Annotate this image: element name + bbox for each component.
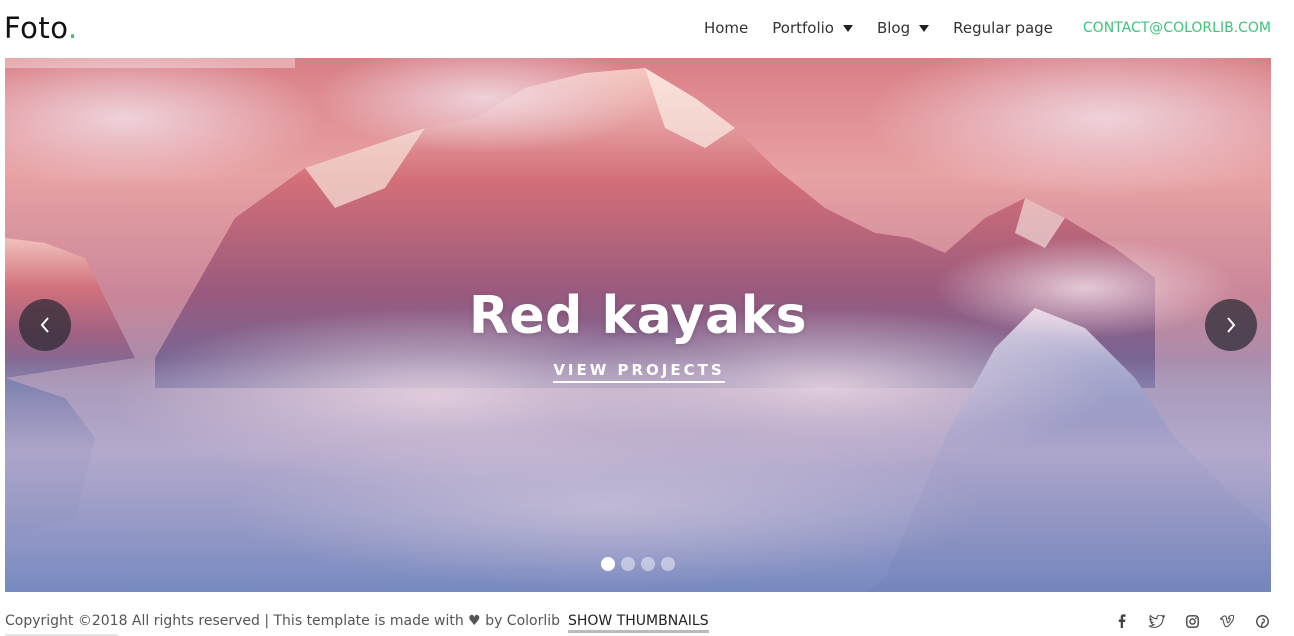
view-projects-link[interactable]: VIEW PROJECTS	[553, 361, 725, 383]
chevron-left-icon	[40, 317, 49, 333]
show-thumbnails-button[interactable]: SHOW THUMBNAILS	[568, 613, 709, 633]
nav-label: Home	[703, 19, 749, 37]
hero-slider: Red kayaks VIEW PROJECTS	[5, 58, 1271, 592]
facebook-icon[interactable]	[1112, 613, 1132, 629]
logo-text: Foto	[4, 11, 68, 45]
main-nav: Home Portfolio Blog Regular page CONTACT…	[680, 19, 1271, 37]
instagram-icon[interactable]	[1182, 613, 1202, 629]
slider-dot-1[interactable]	[601, 557, 615, 571]
nav-item-blog[interactable]: Blog	[876, 19, 930, 37]
chevron-right-icon	[1227, 317, 1236, 333]
social-links	[1112, 613, 1287, 629]
nav-label: Blog	[876, 19, 911, 37]
caret-down-icon	[842, 25, 853, 32]
caret-down-icon	[919, 25, 930, 32]
heart-icon: ♥	[468, 613, 481, 629]
site-logo[interactable]: Foto.	[4, 11, 78, 45]
nav-item-home[interactable]: Home	[704, 19, 748, 37]
vimeo-icon[interactable]	[1217, 613, 1237, 629]
slider-dot-2[interactable]	[621, 557, 635, 571]
site-footer: Copyright ©2018 All rights reserved | Th…	[0, 592, 1294, 636]
hero-title: Red kayaks	[468, 286, 808, 346]
nav-contact-email[interactable]: CONTACT@COLORLIB.COM	[1083, 20, 1271, 36]
twitter-icon[interactable]	[1147, 613, 1167, 629]
colorlib-link[interactable]: by Colorlib	[485, 613, 560, 629]
logo-dot: .	[68, 11, 78, 45]
slider-next-button[interactable]	[1205, 299, 1257, 351]
pinterest-icon[interactable]	[1252, 613, 1272, 629]
copyright-text: Copyright ©2018 All rights reserved | Th…	[5, 613, 560, 629]
slide-progress-bar	[5, 58, 295, 68]
copyright-prefix: Copyright ©2018 All rights reserved | Th…	[5, 613, 464, 629]
slider-dot-4[interactable]	[661, 557, 675, 571]
slider-dot-3[interactable]	[641, 557, 655, 571]
nav-item-regular-page[interactable]: Regular page	[953, 19, 1053, 37]
nav-label: Portfolio	[772, 19, 834, 37]
slider-prev-button[interactable]	[19, 299, 71, 351]
slider-dots	[601, 557, 681, 571]
nav-item-portfolio[interactable]: Portfolio	[772, 19, 853, 37]
site-header: Foto. Home Portfolio Blog Regular page C…	[0, 0, 1294, 58]
nav-label: Regular page	[953, 19, 1053, 37]
